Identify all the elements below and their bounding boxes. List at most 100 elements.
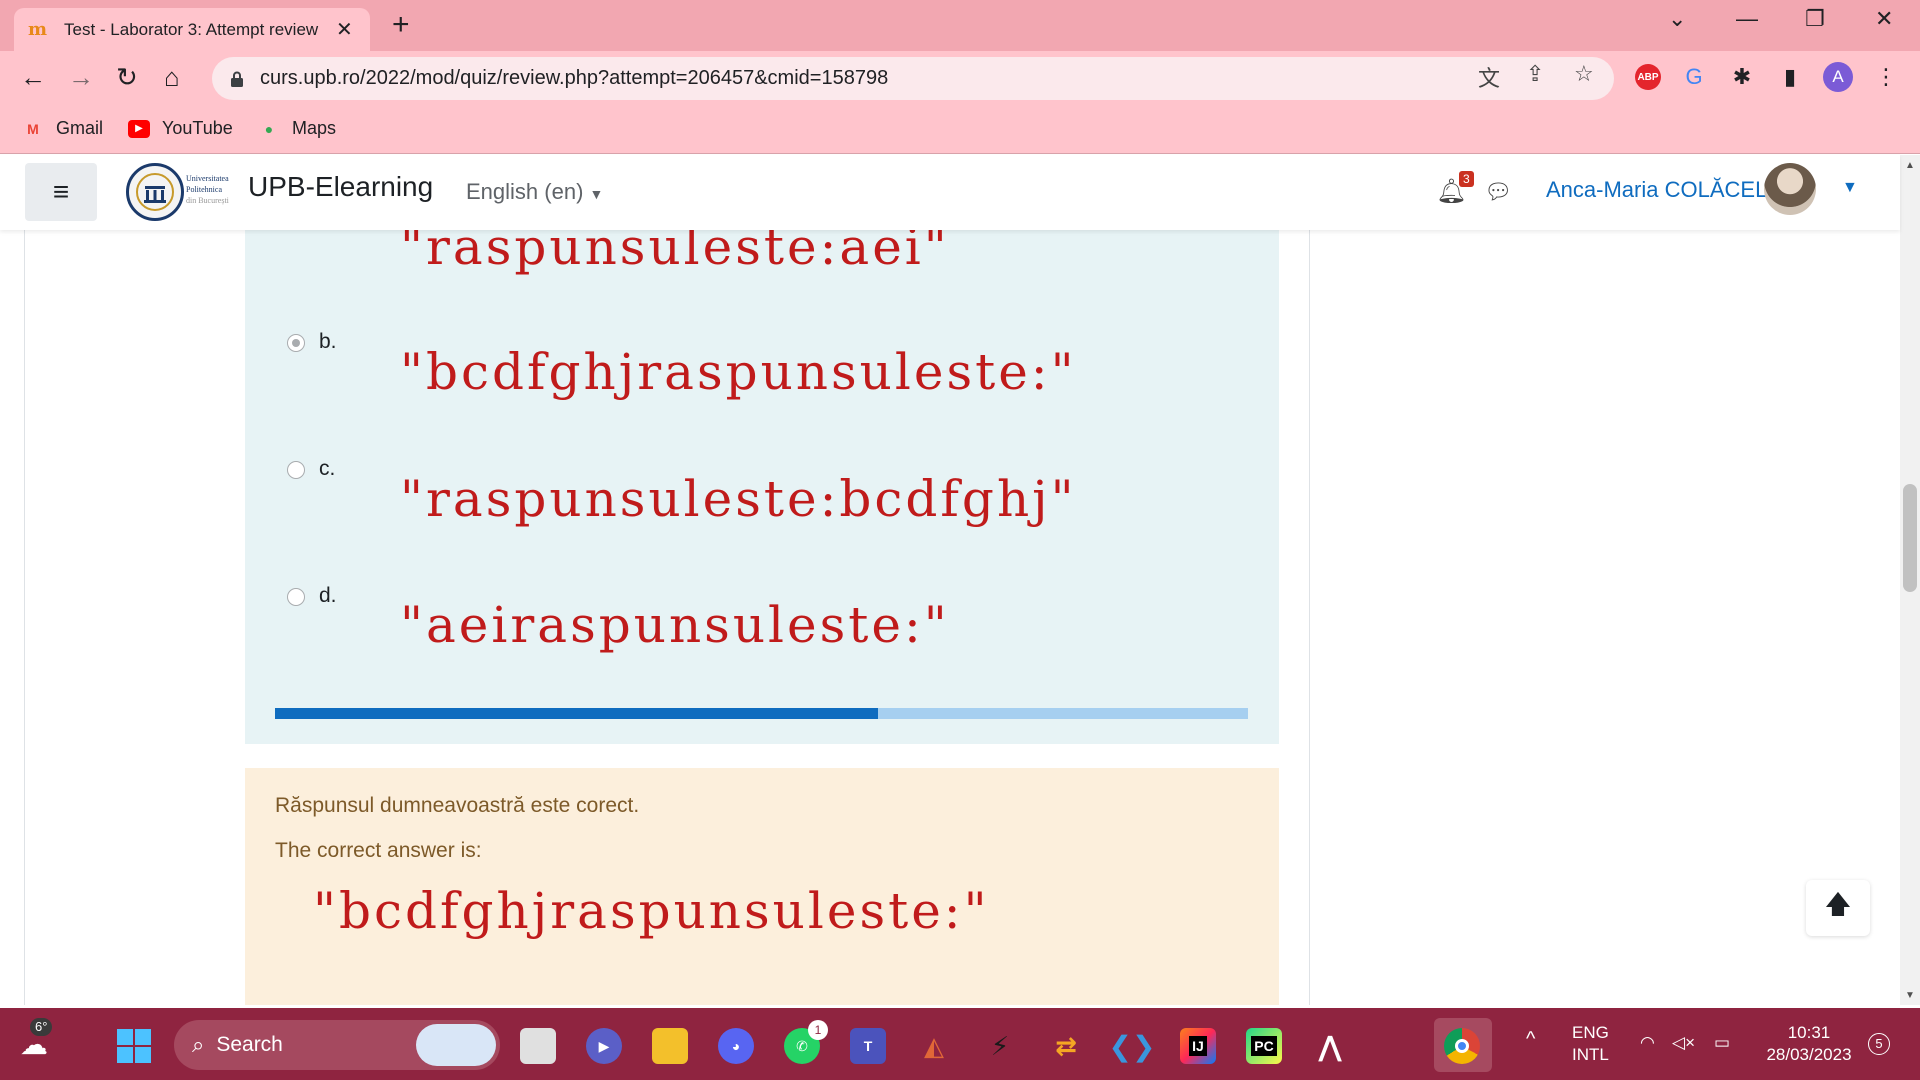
bookmark-star-icon[interactable]: ☆ [1574, 61, 1594, 87]
minimize-button[interactable]: — [1736, 6, 1758, 32]
progress-bar [275, 708, 1248, 719]
reload-icon[interactable]: ↻ [116, 61, 138, 93]
notification-center-badge[interactable]: 5 [1868, 1033, 1890, 1055]
scrollbar-thumb[interactable] [1903, 484, 1917, 592]
back-to-top-button[interactable]: 🡅 [1806, 880, 1870, 936]
extensions-puzzle-icon[interactable]: ✱ [1726, 61, 1758, 93]
menu-hamburger-icon[interactable]: ≡ [25, 163, 97, 221]
feedback-status: Răspunsul dumneavoastră este corect. [275, 794, 640, 817]
correct-answer-label: The correct answer is: [275, 839, 482, 862]
chrome-menu-icon[interactable]: ⋮ [1870, 61, 1902, 93]
tab-close-icon[interactable]: ✕ [336, 17, 353, 42]
feedback-panel: Răspunsul dumneavoastră este corect. The… [245, 768, 1279, 1005]
gmail-icon: M [27, 120, 39, 137]
university-logo[interactable] [126, 163, 184, 221]
bookmark-maps[interactable]: ● Maps [258, 118, 336, 139]
bookmarks-bar: M Gmail ▶ YouTube ● Maps [0, 106, 1920, 154]
bookmark-gmail[interactable]: M Gmail [22, 118, 103, 139]
side-panel-icon[interactable]: ▮ [1774, 61, 1806, 93]
page-content: "raspunsuleste:aei" b. "bcdfghjraspunsul… [0, 230, 1900, 1005]
arrow-up-icon: 🡅 [1824, 889, 1852, 919]
notification-badge: 3 [1459, 171, 1474, 187]
browser-tab-bar: m Test - Laborator 3: Attempt review ✕ +… [0, 0, 1920, 51]
task-view-icon[interactable] [520, 1028, 556, 1064]
option-d-letter: d. [319, 584, 337, 607]
whatsapp-badge: 1 [808, 1020, 828, 1040]
address-bar[interactable]: curs.upb.ro/2022/mod/quiz/review.php?att… [212, 57, 1614, 100]
translate-page-icon[interactable]: 文 [1478, 61, 1500, 93]
bookmark-youtube[interactable]: ▶ YouTube [128, 118, 233, 139]
content-border-right [1309, 230, 1310, 1005]
intellij-icon[interactable]: IJ [1180, 1028, 1216, 1064]
moodle-favicon-icon: m [28, 18, 48, 40]
battery-icon[interactable]: ▭ [1714, 1032, 1730, 1054]
correct-answer-formula: "bcdfghjraspunsuleste:" [313, 882, 990, 940]
content-border-left [24, 230, 25, 1005]
moodle-navbar: ≡ Universitatea Politehnica din Bucureșt… [0, 155, 1900, 230]
taskbar-search-box[interactable]: ⌕ Search [174, 1020, 500, 1070]
browser-tab-active[interactable]: m Test - Laborator 3: Attempt review ✕ [14, 8, 370, 51]
discord-icon[interactable]: ◕ [718, 1028, 754, 1064]
user-menu-caret-icon[interactable]: ▼ [1842, 179, 1858, 197]
site-name[interactable]: UPB-Elearning [248, 171, 433, 203]
bookmark-label: YouTube [162, 118, 233, 138]
scroll-down-arrow-icon[interactable]: ▼ [1905, 990, 1915, 1001]
matlab-icon[interactable]: ◭ [916, 1028, 952, 1064]
maximize-button[interactable]: ❐ [1805, 6, 1825, 32]
share-icon[interactable]: ⇪ [1526, 61, 1544, 87]
arduino-like-app-icon[interactable]: ⋀ [1312, 1028, 1348, 1064]
url-text[interactable]: curs.upb.ro/2022/mod/quiz/review.php?att… [260, 67, 888, 90]
home-icon[interactable]: ⌂ [164, 61, 180, 93]
radio-option-d[interactable] [287, 588, 305, 606]
tab-title: Test - Laborator 3: Attempt review [64, 19, 319, 39]
system-clock[interactable]: 10:31 28/03/2023 [1754, 1022, 1864, 1066]
youtube-icon: ▶ [128, 119, 150, 138]
file-explorer-icon[interactable] [652, 1028, 688, 1064]
windows-taskbar: ☁ 6° ⌕ Search ▶ ◕ ✆ 1 T ◭ ⚡ ⇄ ❮❯ IJ PC ⋀… [0, 1008, 1920, 1080]
option-c-formula: "raspunsuleste:bcdfghj" [400, 470, 1077, 528]
tab-search-icon[interactable]: ⌄ [1668, 6, 1686, 32]
microsoft-teams-icon[interactable]: T [850, 1028, 886, 1064]
search-icon: ⌕ [192, 1032, 205, 1057]
radio-option-c[interactable] [287, 461, 305, 479]
option-b-letter: b. [319, 330, 337, 353]
pycharm-icon[interactable]: PC [1246, 1028, 1282, 1064]
weather-temperature: 6° [30, 1018, 53, 1036]
option-a-formula: "raspunsuleste:aei" [400, 230, 950, 276]
scroll-up-arrow-icon[interactable]: ▲ [1905, 160, 1915, 171]
maps-icon: ● [264, 120, 274, 137]
visual-studio-code-icon[interactable]: ❮❯ [1109, 1028, 1156, 1064]
chrome-taskbar-icon[interactable] [1444, 1028, 1480, 1064]
language-selector[interactable]: English (en) ▼ [466, 179, 603, 205]
windows-start-icon[interactable] [116, 1028, 152, 1064]
bookmark-label: Gmail [56, 118, 104, 138]
volume-muted-icon[interactable]: ◁× [1672, 1032, 1695, 1054]
search-highlight-image [416, 1024, 496, 1066]
user-avatar[interactable] [1764, 163, 1816, 215]
teams-chat-icon[interactable]: ▶ [586, 1028, 622, 1064]
option-c-letter: c. [319, 457, 336, 480]
new-tab-button[interactable]: + [392, 10, 410, 40]
option-d-formula: "aeiraspunsuleste:" [400, 596, 950, 654]
university-seal-icon [136, 173, 174, 211]
caret-down-icon: ▼ [589, 186, 604, 202]
close-window-button[interactable]: ✕ [1875, 6, 1893, 32]
google-translate-extension-icon[interactable]: G [1678, 61, 1710, 93]
forward-arrow-icon[interactable]: → [68, 61, 94, 93]
logo-wordmark: Universitatea Politehnica din București [186, 174, 229, 205]
user-name[interactable]: Anca-Maria COLĂCEL [1546, 177, 1767, 203]
messages-icon[interactable]: 💬︎ [1484, 179, 1512, 205]
question-formulation: "raspunsuleste:aei" b. "bcdfghjraspunsul… [245, 230, 1279, 744]
wifi-icon[interactable]: ◠ [1640, 1032, 1655, 1054]
show-hidden-icons-chevron-icon[interactable]: ^ [1526, 1028, 1535, 1050]
search-label: Search [216, 1033, 283, 1056]
back-arrow-icon[interactable]: ← [20, 61, 46, 93]
profile-avatar[interactable]: A [1823, 62, 1853, 92]
lock-icon [231, 71, 243, 87]
input-language-indicator[interactable]: ENG INTL [1572, 1022, 1609, 1066]
network-tool-icon[interactable]: ⇄ [1048, 1028, 1084, 1064]
browser-toolbar: ← → ↻ ⌂ curs.upb.ro/2022/mod/quiz/review… [0, 51, 1920, 106]
quartus-icon[interactable]: ⚡ [982, 1028, 1018, 1064]
radio-option-b[interactable] [287, 334, 305, 352]
adblock-plus-icon[interactable]: ABP [1635, 64, 1661, 90]
